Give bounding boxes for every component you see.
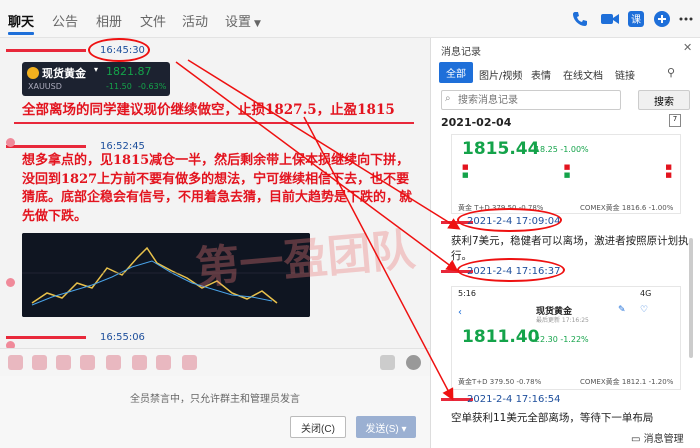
phone-price: 1811.40 [462, 327, 540, 347]
tab-docs[interactable]: 在线文档 [563, 67, 603, 82]
scrollbar[interactable] [689, 238, 693, 358]
calendar-icon[interactable]: 7 [669, 114, 681, 127]
panel-title: 消息记录 [441, 47, 481, 58]
phone-footer-2: COMEX黄金 1812.1 -1.20% [580, 378, 674, 386]
search-icon: ⌕ [445, 93, 451, 104]
message-manager-label: 消息管理 [643, 434, 684, 445]
add-icon[interactable] [652, 9, 672, 29]
redacted-sender [6, 336, 86, 339]
close-icon[interactable]: ✕ [683, 41, 692, 54]
card-change: -18.25 -1.00% [532, 145, 589, 154]
avatar [6, 138, 15, 147]
message-text: 空单获利11美元全部离场，等待下一单布局 [451, 412, 654, 424]
phone-screenshot[interactable]: 5:16 4G ‹ 现货黄金 最后更新 17:16:25 ✎ ♡ 1811.40… [451, 286, 681, 390]
more-icon[interactable] [676, 9, 696, 29]
avatar [6, 341, 15, 348]
message-history-panel: 消息记录 ✕ 全部 图片/视频 表情 在线文档 链接 ⚲ ⌕ 搜索 2021-0… [430, 38, 700, 448]
search-button[interactable]: 搜索 [638, 90, 690, 110]
back-icon[interactable]: ‹ [458, 307, 462, 318]
avatar [6, 278, 15, 287]
quote-change: -11.50 [106, 82, 132, 91]
filter-icon[interactable]: ⚲ [667, 66, 675, 79]
tab-activities[interactable]: 活动 [182, 11, 208, 30]
quote-symbol: XAUUSD [28, 82, 62, 91]
chat-message-area[interactable]: 16:45:30 现货黄金 ▾ XAUUSD 1821.87 -11.50 -0… [0, 38, 430, 348]
message-manager-link[interactable]: ▭ 消息管理 [631, 430, 684, 445]
mic-icon[interactable] [156, 355, 171, 370]
phone-footer: 黄金T+D 379.50 -0.78% [458, 378, 542, 386]
classroom-icon[interactable]: 课 [626, 9, 646, 29]
phone-clock: 5:16 [458, 289, 476, 298]
highlight-circle [88, 38, 150, 62]
voice-icon[interactable] [106, 355, 121, 370]
send-button[interactable]: 发送(S) ▾ [356, 416, 416, 438]
phone-signal: 4G [640, 289, 652, 298]
expand-icon[interactable] [380, 355, 395, 370]
composer-toolbar [0, 348, 430, 376]
mute-notice: 全员禁言中，只允许群主和管理员发言 [130, 394, 300, 405]
card-footer-2: COMEX黄金 1816.6 -1.00% [580, 204, 674, 212]
quote-price: 1821.87 [106, 65, 152, 78]
emoji-icon[interactable] [8, 355, 23, 370]
send-label: 发送(S) [365, 423, 399, 435]
gold-quote-card[interactable]: 现货黄金 ▾ XAUUSD 1821.87 -11.50 -0.63% [22, 62, 170, 96]
scissors-icon[interactable] [56, 355, 71, 370]
phone-icon[interactable] [570, 9, 590, 29]
redacted-sender [6, 145, 86, 148]
tab-all[interactable]: 全部 [439, 62, 473, 83]
trading-advice-text: 想多拿点的，见1815减仓一半，然后剩余带上保本损继续向下拼，没回到1827上方… [22, 153, 413, 224]
gif-icon[interactable] [32, 355, 47, 370]
tab-media[interactable]: 图片/视频 [479, 67, 522, 82]
message-time: 16:52:45 [100, 141, 145, 152]
history-icon[interactable] [406, 355, 421, 370]
svg-text:课: 课 [631, 14, 641, 26]
tab-announcements[interactable]: 公告 [52, 11, 78, 30]
underline-mark [14, 122, 414, 124]
close-button[interactable]: 关闭(C) [290, 416, 346, 438]
folder-icon[interactable] [80, 355, 95, 370]
tab-settings[interactable]: 设置 ▼ [225, 11, 261, 30]
gold-coin-icon [27, 67, 39, 79]
quote-screenshot[interactable]: 1815.44 -18.25 -1.00% ■ ■ ■ ■ ■ ■ 黄金 T+D 379… [451, 134, 681, 214]
message-time: 16:55:06 [100, 332, 145, 343]
message-time: 2021-2-4 17:16:54 [467, 394, 561, 405]
announcement-text: 全部离场的同学建议现价继续做空，止损1827.5，止盈1815 [22, 102, 395, 118]
highlight-circle [457, 258, 565, 282]
video-call-icon[interactable] [600, 9, 620, 29]
heart-icon[interactable]: ♡ [640, 305, 648, 315]
composer-area: 全员禁言中，只允许群主和管理员发言 关闭(C) 发送(S) ▾ [0, 376, 430, 448]
highlight-circle [457, 208, 562, 232]
phone-subtitle: 最后更新 17:16:25 [536, 317, 589, 324]
quote-table: ■ ■ ■ ■ ■ ■ [462, 163, 672, 179]
tab-album[interactable]: 相册 [96, 11, 122, 30]
history-date: 2021-02-04 [441, 116, 512, 129]
search-input[interactable] [441, 90, 621, 110]
top-navigation: 聊天 公告 相册 文件 活动 设置 ▼ 课 [0, 0, 700, 38]
image-icon[interactable] [132, 355, 147, 370]
phone-change: -22.30 -1.22% [532, 335, 589, 344]
quote-name: 现货黄金 [42, 67, 86, 80]
chevron-down-icon: ▼ [254, 19, 261, 29]
chevron-down-icon: ▾ [401, 423, 407, 435]
tab-links[interactable]: 链接 [615, 67, 635, 82]
chevron-down-icon: ▾ [94, 65, 99, 74]
edit-icon[interactable]: ✎ [618, 305, 626, 315]
more-icon[interactable] [182, 355, 197, 370]
active-tab-indicator [8, 32, 34, 35]
card-price: 1815.44 [462, 139, 540, 159]
tab-settings-label: 设置 [225, 15, 252, 30]
quote-percent: -0.63% [138, 82, 167, 91]
chat-icon: ▭ [631, 434, 641, 445]
redacted-sender [6, 49, 86, 52]
tab-stickers[interactable]: 表情 [531, 67, 551, 82]
tab-files[interactable]: 文件 [140, 11, 166, 30]
tab-chat[interactable]: 聊天 [8, 11, 34, 30]
